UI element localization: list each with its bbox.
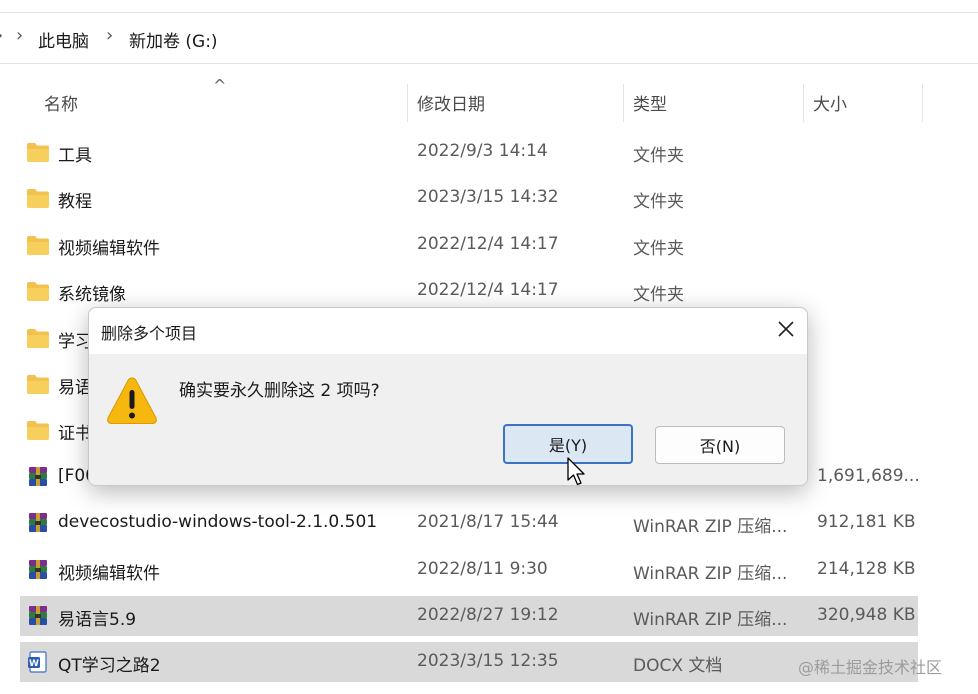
folder-icon (27, 421, 49, 441)
file-name: 工具 (58, 146, 92, 166)
dialog-message: 确实要永久删除这 2 项吗? (179, 381, 380, 401)
winrar-icon (29, 466, 47, 486)
breadcrumb-this-pc[interactable]: 此电脑 (38, 27, 89, 52)
file-row[interactable]: W QT学习之路2 2023/3/15 12:35 DOCX 文档 (20, 642, 918, 683)
file-type: 文件夹 (633, 146, 684, 166)
folder-icon (27, 328, 49, 348)
watermark-text: @稀土掘金技术社区 (798, 658, 943, 677)
no-button[interactable]: 否(N) (655, 426, 785, 464)
winrar-icon (29, 513, 47, 533)
file-type: 文件夹 (633, 192, 684, 213)
dialog-title: 删除多个项目 (101, 324, 198, 343)
file-name: 系统镜像 (58, 285, 126, 306)
file-size: 912,181 KB (817, 512, 916, 533)
file-type: WinRAR ZIP 压缩... (633, 610, 788, 630)
file-date: 2022/12/4 14:17 (417, 233, 559, 254)
folder-icon (27, 282, 49, 302)
close-icon[interactable] (775, 318, 797, 340)
column-divider[interactable] (803, 84, 804, 122)
file-name: QT学习之路2 (58, 656, 161, 677)
file-type: WinRAR ZIP 压缩... (633, 563, 788, 584)
file-row[interactable]: 工具 2022/9/3 14:14 文件夹 (20, 132, 918, 172)
file-name: 易语言5.9 (58, 610, 137, 630)
file-date: 2022/8/27 19:12 (417, 605, 559, 625)
file-row[interactable]: 系统镜像 2022/12/4 14:17 文件夹 (20, 271, 918, 311)
winrar-icon (29, 606, 47, 625)
chevron-right-icon: › (16, 25, 24, 46)
file-type: 文件夹 (633, 285, 684, 306)
file-date: 2022/8/11 9:30 (417, 558, 548, 579)
chevron-right-icon: › (106, 25, 114, 46)
file-name: 易语 (58, 378, 92, 398)
file-name: 学习 (58, 331, 92, 352)
chevron-right-icon: › (0, 25, 3, 46)
file-date: 2021/8/17 15:44 (417, 512, 559, 533)
word-doc-icon: W (28, 651, 47, 673)
file-row[interactable]: 视频编辑软件 2022/8/11 9:30 WinRAR ZIP 压缩... 214,… (20, 550, 918, 590)
file-name: 教程 (58, 192, 92, 213)
dialog-body: 确实要永久删除这 2 项吗? 是(Y) 否(N) (89, 354, 807, 485)
warning-icon (107, 377, 157, 424)
file-row[interactable]: 视频编辑软件 2022/12/4 14:17 文件夹 (20, 225, 918, 265)
file-name: 视频编辑软件 (58, 563, 160, 584)
file-row[interactable]: 易语言5.9 2022/8/27 19:12 WinRAR ZIP 压缩... 320… (20, 596, 918, 636)
file-name: 证书 (58, 424, 92, 445)
column-divider[interactable] (407, 84, 408, 122)
file-type: WinRAR ZIP 压缩... (633, 517, 788, 538)
file-name: 视频编辑软件 (58, 238, 160, 259)
folder-icon (27, 375, 49, 394)
folder-icon (27, 189, 49, 209)
file-date: 2023/3/15 12:35 (417, 651, 559, 672)
file-date: 2022/12/4 14:17 (417, 280, 559, 301)
file-size: 214,128 KB (817, 558, 916, 579)
folder-icon (27, 235, 49, 255)
file-row[interactable]: devecostudio-windows-tool-2.1.0.501 2021/… (20, 503, 918, 543)
column-divider[interactable] (623, 84, 624, 122)
column-divider[interactable] (922, 84, 923, 122)
file-size: 1,691,689... (817, 465, 920, 486)
svg-text:W: W (29, 659, 39, 669)
winrar-icon (29, 559, 47, 579)
file-type: 文件夹 (633, 238, 684, 259)
breadcrumb-drive[interactable]: 新加卷 (G:) (129, 27, 218, 52)
file-date: 2023/3/15 14:32 (417, 187, 559, 208)
file-date: 2022/9/3 14:14 (417, 141, 548, 161)
mouse-cursor-icon (567, 457, 585, 486)
folder-icon (27, 143, 49, 162)
delete-confirm-dialog: 删除多个项目 确实要永久删除这 2 项吗? 是(Y) 否(N) (88, 307, 808, 486)
file-type: DOCX 文档 (633, 656, 723, 677)
file-name: devecostudio-windows-tool-2.1.0.501 (58, 512, 378, 533)
sort-ascending-icon: ^ (213, 76, 227, 95)
address-bar[interactable]: › › 此电脑 › 新加卷 (G:) (0, 12, 978, 64)
file-size: 320,948 KB (817, 605, 916, 625)
file-row[interactable]: 教程 2023/3/15 14:32 文件夹 (20, 178, 918, 218)
